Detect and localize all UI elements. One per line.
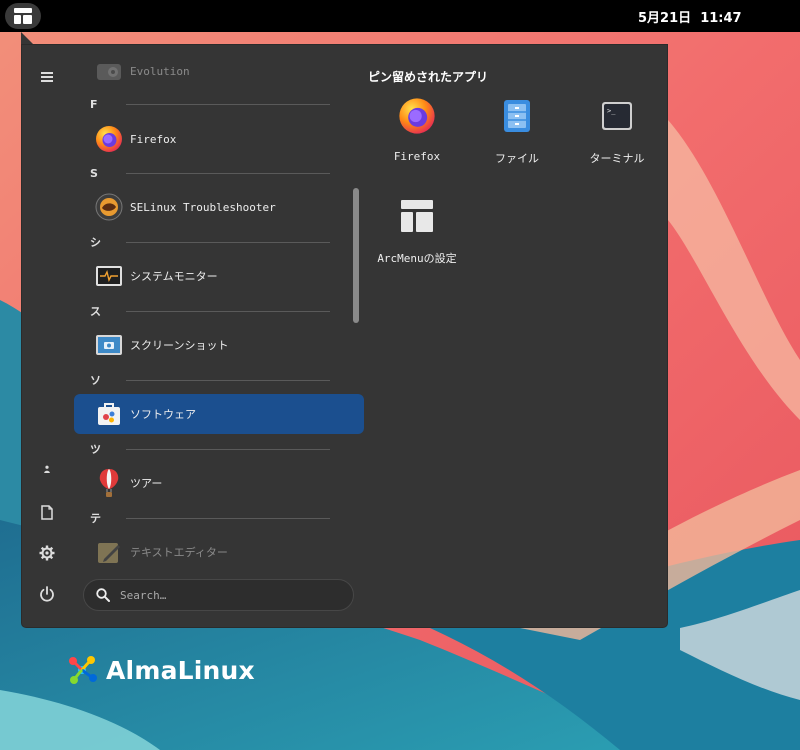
app-item-label: ツアー: [130, 477, 163, 490]
app-item-label: Firefox: [130, 132, 177, 146]
pinned-item-firefox[interactable]: Firefox: [367, 90, 467, 180]
search-box[interactable]: [83, 579, 354, 611]
app-item-system-monitor[interactable]: システムモニター: [74, 256, 364, 296]
section-header-f: F: [90, 96, 330, 112]
document-icon: [41, 504, 53, 520]
screenshot-icon: [94, 330, 124, 360]
user-icon: [44, 465, 50, 473]
section-header-so: ソ: [90, 372, 330, 388]
power-icon: [40, 586, 54, 602]
evolution-icon: [94, 56, 124, 86]
selinux-icon: [94, 192, 124, 222]
pinned-item-terminal[interactable]: >_ ターミナル: [567, 90, 667, 180]
arcmenu-settings-icon: [397, 196, 437, 236]
search-input[interactable]: [118, 587, 322, 603]
settings-icon: [39, 545, 55, 561]
app-item-label: Evolution: [130, 64, 190, 78]
section-header-su: ス: [90, 303, 330, 319]
pinned-item-files[interactable]: ファイル: [467, 90, 567, 180]
app-item-label: SELinux Troubleshooter: [130, 200, 276, 214]
pinned-item-arcmenu-settings[interactable]: ArcMenuの設定: [367, 190, 467, 280]
files-icon: [497, 96, 537, 136]
software-icon: [94, 399, 124, 429]
firefox-icon: [94, 124, 124, 154]
search-icon: [96, 588, 110, 602]
arcmenu-icon: [14, 8, 32, 24]
text-editor-icon: [94, 537, 124, 567]
hamburger-icon: [41, 72, 53, 82]
almalinux-brand: AlmaLinux: [64, 652, 255, 688]
almalinux-logo-icon: [69, 656, 97, 684]
svg-text:>_: >_: [607, 107, 616, 115]
system-monitor-icon: [94, 261, 124, 291]
clock[interactable]: 5月21日 11:47: [638, 7, 742, 26]
app-item-label: テキストエディター: [130, 546, 228, 559]
app-item-evolution[interactable]: Evolution: [74, 51, 364, 91]
app-item-text-editor[interactable]: テキストエディター: [74, 532, 364, 572]
pinned-apps-title: ピン留めされたアプリ: [368, 70, 489, 84]
top-bar: 5月21日 11:47: [0, 0, 800, 32]
settings-button[interactable]: [30, 536, 64, 570]
app-item-label: ソフトウェア: [130, 408, 196, 421]
terminal-icon: >_: [597, 96, 637, 136]
menu-pointer: [21, 32, 33, 44]
almalinux-brand-text: AlmaLinux: [106, 655, 255, 685]
category-menu-button[interactable]: [30, 60, 64, 94]
arc-menu: Evolution F Firefox S SELinux Troublesho…: [21, 44, 668, 628]
app-item-label: システムモニター: [130, 270, 218, 283]
section-header-te: テ: [90, 510, 330, 526]
tour-icon: [94, 468, 124, 498]
firefox-icon: [397, 96, 437, 136]
app-item-label: スクリーンショット: [130, 339, 229, 352]
power-button[interactable]: [30, 577, 64, 611]
section-header-s: S: [90, 165, 330, 181]
arcmenu-button[interactable]: [5, 3, 41, 29]
pinned-item-label: ターミナル: [589, 152, 645, 165]
app-item-tour[interactable]: ツアー: [74, 463, 364, 503]
app-item-selinux-troubleshooter[interactable]: SELinux Troubleshooter: [74, 187, 364, 227]
user-button[interactable]: [30, 452, 64, 486]
pinned-item-label: ファイル: [495, 152, 539, 165]
app-item-screenshot[interactable]: スクリーンショット: [74, 325, 364, 365]
app-item-software[interactable]: ソフトウェア: [74, 394, 364, 434]
pinned-item-label: Firefox: [393, 150, 441, 163]
documents-button[interactable]: [30, 495, 64, 529]
pinned-item-label: ArcMenuの設定: [377, 252, 457, 265]
app-list-scrollbar[interactable]: [353, 188, 359, 323]
application-list[interactable]: Evolution F Firefox S SELinux Troublesho…: [72, 45, 366, 572]
app-item-firefox[interactable]: Firefox: [74, 119, 364, 159]
section-header-shi: シ: [90, 234, 330, 250]
section-header-tsu: ツ: [90, 441, 330, 457]
menu-sidebar: [22, 45, 72, 627]
